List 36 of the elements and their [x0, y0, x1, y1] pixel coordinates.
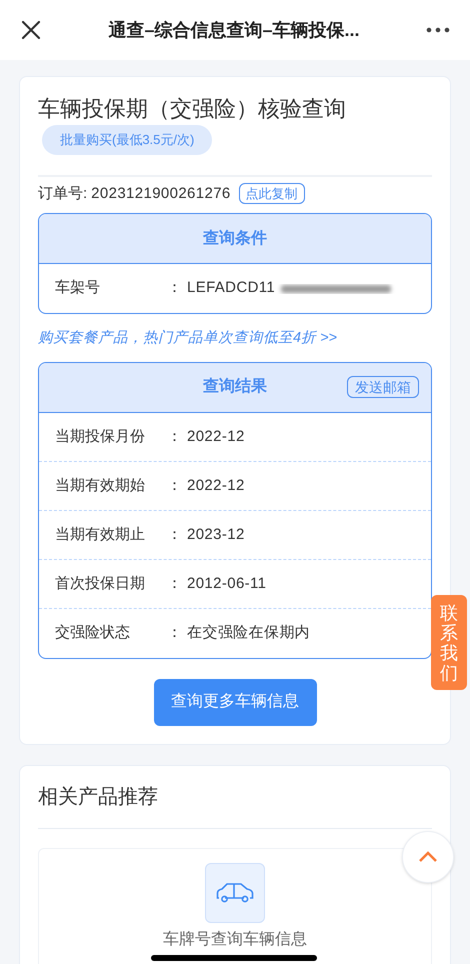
more-info-button[interactable]: 查询更多车辆信息 — [154, 678, 316, 726]
panel-title: 查询条件 — [203, 228, 267, 248]
field-value: 2022-12 — [187, 476, 245, 496]
promo-link[interactable]: 购买套餐产品，热门产品单次查询低至4折 >> — [38, 328, 432, 350]
bulk-purchase-badge[interactable]: 批量购买(最低3.5元/次) — [42, 125, 212, 154]
card-title: 车辆投保期（交强险）核验查询 — [38, 95, 347, 123]
field-label: 当期有效期始 — [55, 476, 146, 496]
product-name: 车牌号查询车辆信息 — [163, 930, 307, 949]
field-label: 首次投保日期 — [55, 574, 146, 594]
car-icon — [205, 862, 265, 923]
field-value: 在交强险在保期内 — [187, 623, 310, 643]
contact-tab[interactable]: 联系我们 — [431, 595, 467, 690]
field-value: 2012-06-11 — [187, 574, 266, 594]
colon: ： — [167, 278, 183, 298]
chevron-up-icon — [418, 851, 438, 863]
field-label: 车架号 — [55, 278, 101, 298]
panel-title: 查询结果 — [203, 376, 267, 398]
page-title: 通查–综合信息查询–车辆投保... — [107, 18, 361, 42]
order-label: 订单号: — [38, 184, 88, 204]
field-label: 当期有效期止 — [55, 524, 146, 544]
field-value: 2022-12 — [187, 426, 245, 446]
field-value: 2023-12 — [187, 524, 245, 544]
colon: ： — [167, 476, 183, 496]
colon: ： — [167, 574, 183, 594]
send-email-button[interactable]: 发送邮箱 — [347, 376, 419, 398]
field-value: LEFADCD11 — [187, 278, 276, 298]
field-label: 交强险状态 — [55, 623, 131, 643]
field-label: 当期投保月份 — [55, 426, 146, 446]
colon: ： — [167, 623, 183, 643]
colon: ： — [167, 426, 183, 446]
colon: ： — [167, 524, 183, 544]
order-number: 2023121900261276 — [91, 184, 231, 204]
more-icon[interactable] — [426, 27, 450, 33]
section-title: 相关产品推荐 — [38, 784, 159, 810]
close-icon[interactable] — [20, 19, 42, 41]
copy-button[interactable]: 点此复制 — [238, 183, 305, 204]
